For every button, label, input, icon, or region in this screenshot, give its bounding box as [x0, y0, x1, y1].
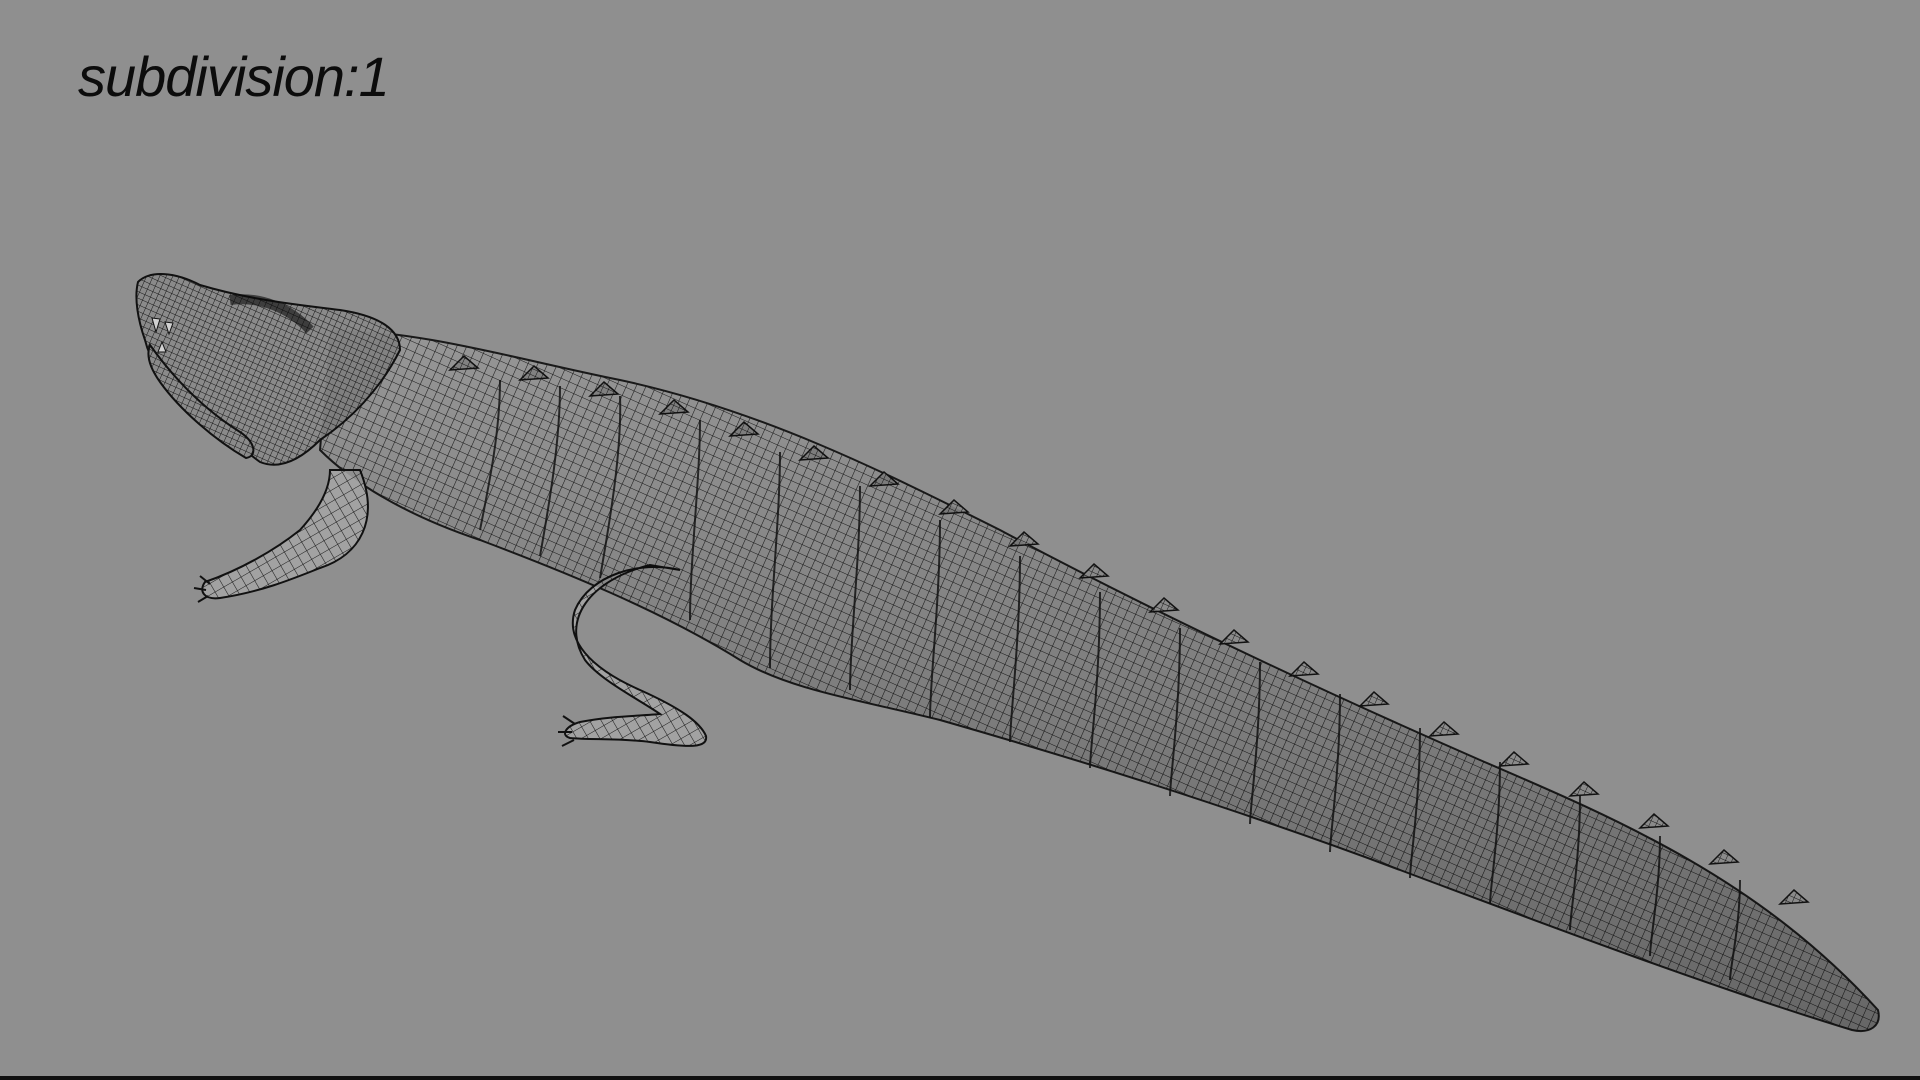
subdivision-label: subdivision:1 [78, 45, 390, 108]
front-leg-mesh [201, 469, 369, 600]
crocodile-wireframe-model[interactable] [0, 0, 1920, 1076]
viewport-bottom-border [0, 1076, 1920, 1080]
3d-viewport[interactable]: subdivision:1 [0, 0, 1920, 1076]
